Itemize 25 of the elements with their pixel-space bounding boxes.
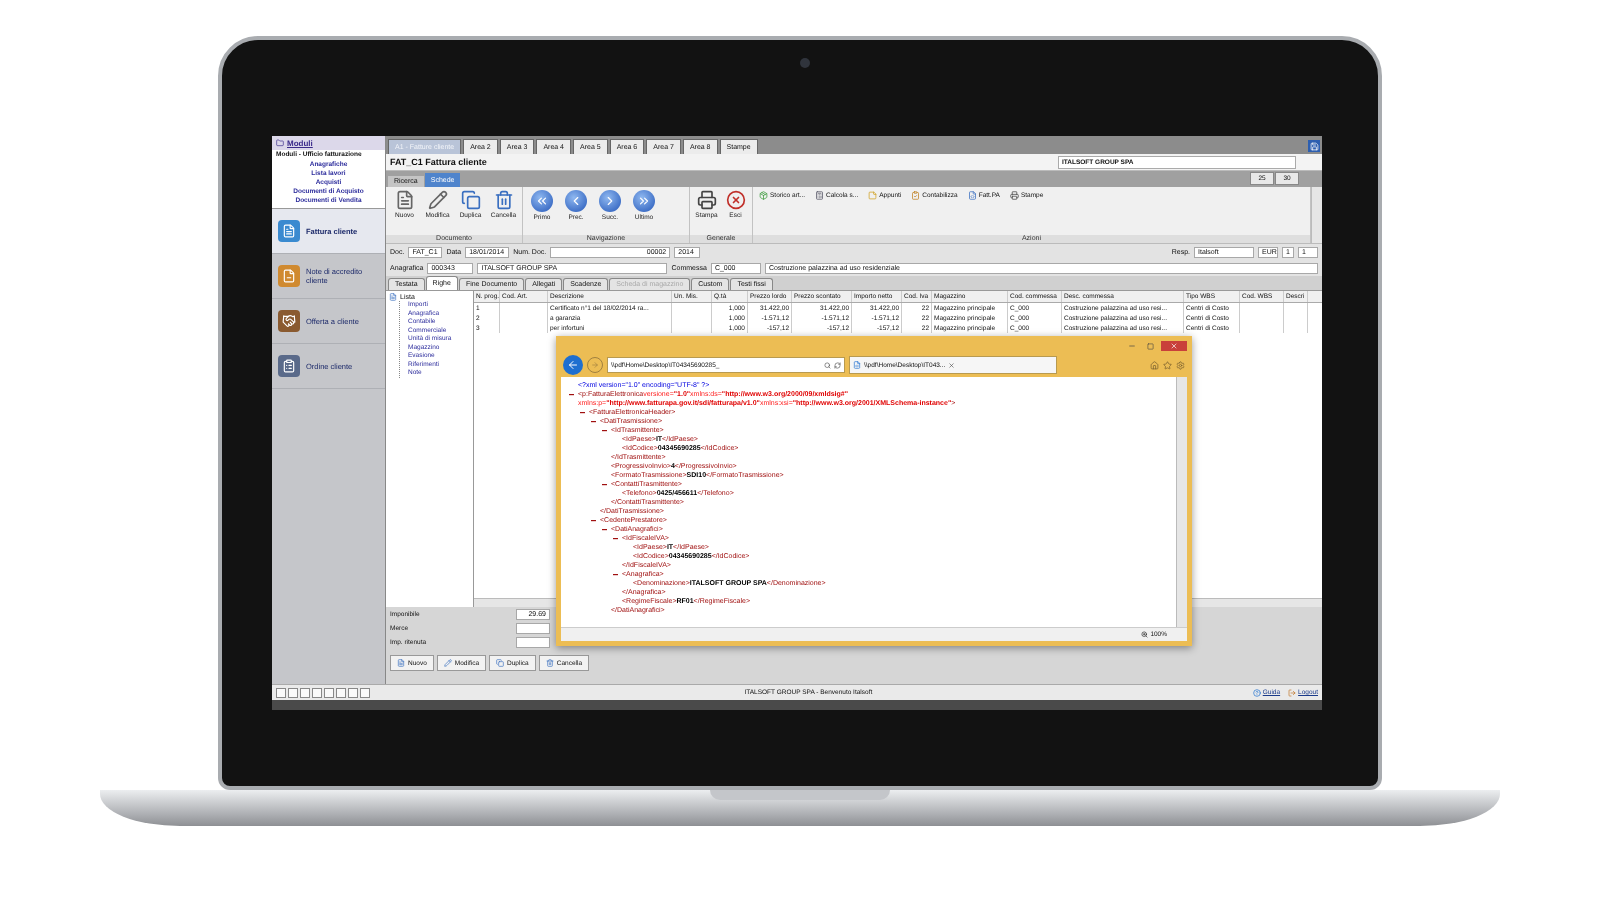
collapse-icon[interactable] <box>613 536 618 541</box>
collapse-icon[interactable] <box>569 392 574 397</box>
pencil-icon <box>427 190 448 210</box>
document-icon <box>278 220 300 242</box>
copy-icon <box>460 190 481 210</box>
collapse-icon[interactable] <box>602 482 607 487</box>
close-icon <box>725 190 746 210</box>
collapse-icon[interactable] <box>613 572 618 577</box>
printer-icon <box>696 190 717 210</box>
collapse-icon[interactable] <box>602 428 607 433</box>
collapse-icon[interactable] <box>591 518 596 523</box>
trash-icon <box>493 190 514 210</box>
document-minus-icon <box>278 265 300 287</box>
input-field[interactable] <box>516 636 550 648</box>
save-icon[interactable] <box>1308 140 1320 152</box>
camera-dot <box>800 58 810 68</box>
back-icon[interactable] <box>563 355 583 375</box>
collapse-icon[interactable] <box>580 410 585 415</box>
input-field[interactable] <box>516 622 550 634</box>
document-icon <box>394 190 415 210</box>
collapse-icon[interactable] <box>602 527 607 532</box>
collapse-icon[interactable] <box>591 419 596 424</box>
close-icon[interactable] <box>1161 341 1187 351</box>
handshake-icon <box>278 310 300 332</box>
clipboard-icon <box>278 355 300 377</box>
